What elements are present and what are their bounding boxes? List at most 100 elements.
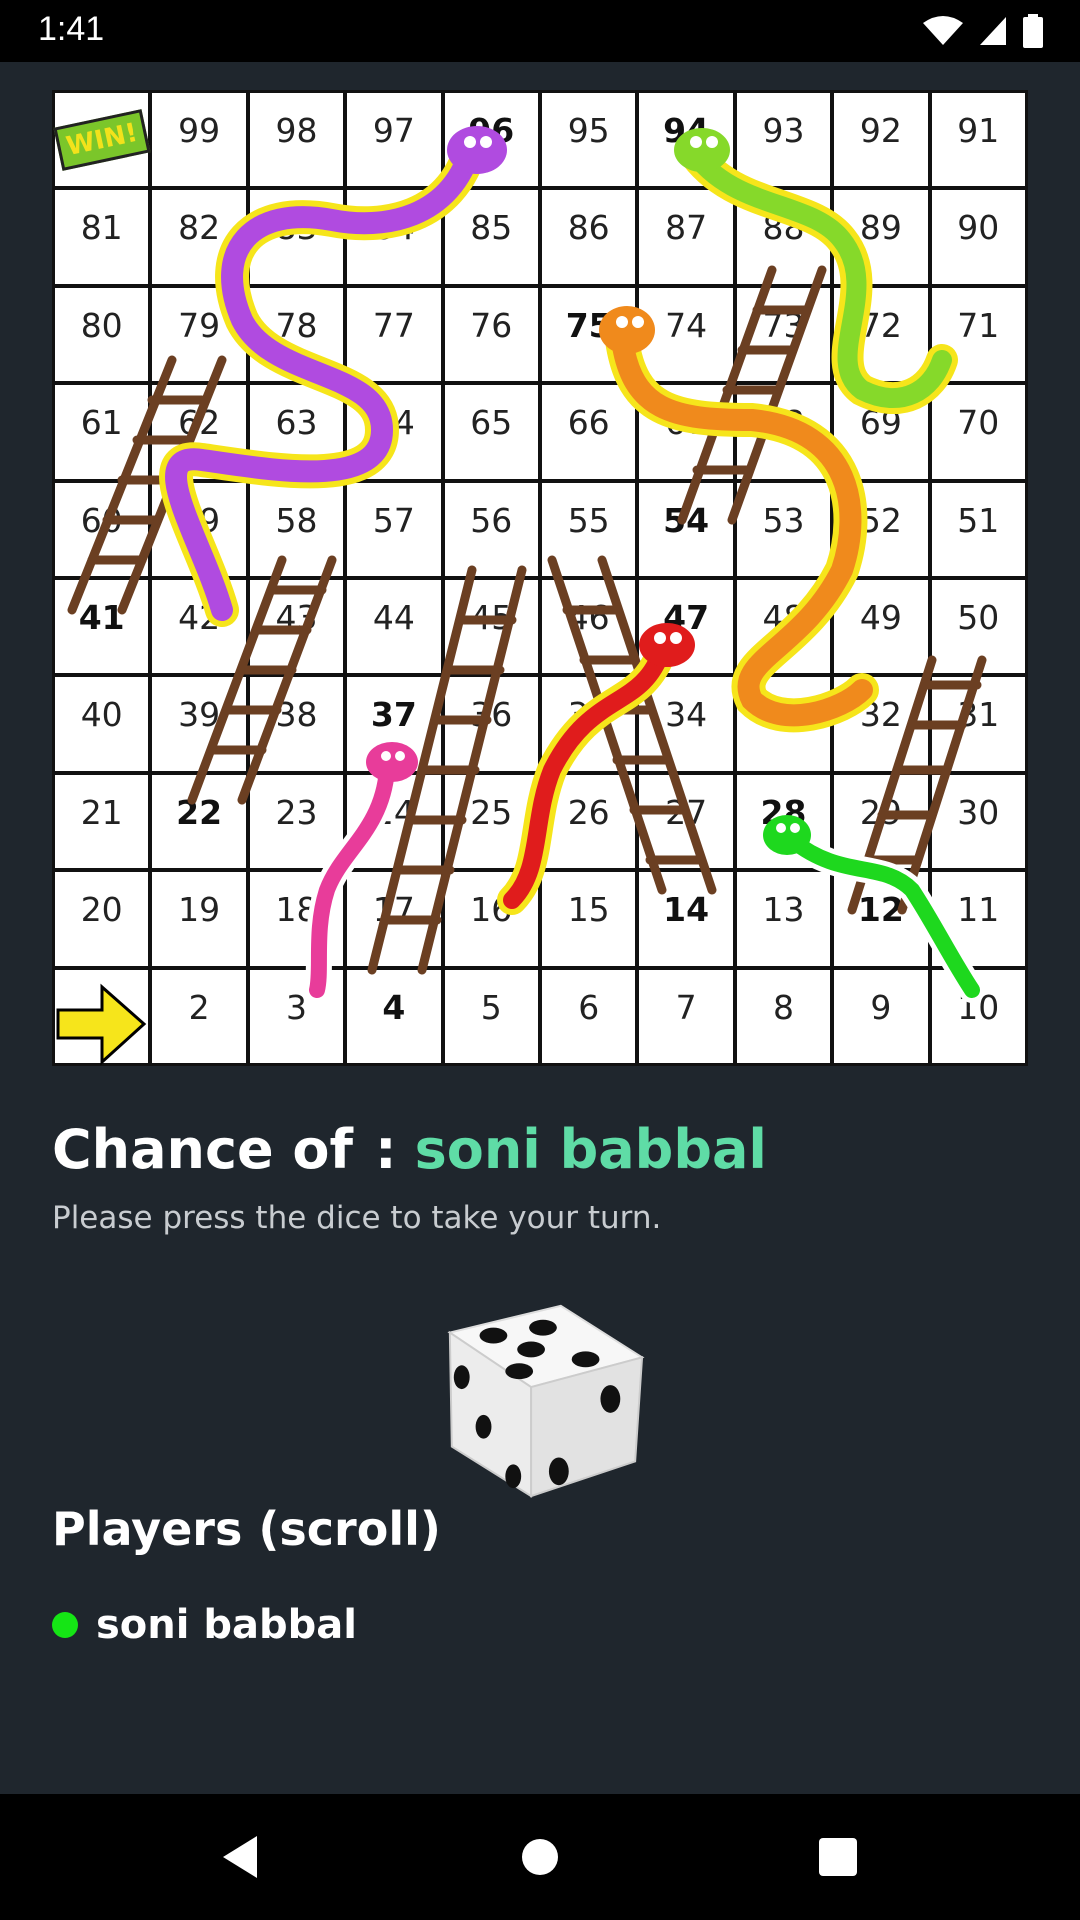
board-cell: 47	[639, 580, 733, 674]
board-cell: 96	[444, 93, 538, 187]
back-button[interactable]	[180, 1794, 300, 1920]
board-cell-win: WIN!	[53, 93, 151, 187]
board-cell: 68	[736, 385, 831, 479]
board-cell: 34	[639, 677, 733, 771]
board-cell: 9	[834, 969, 928, 1063]
board-cell: 75	[542, 287, 636, 382]
chance-label: Chance of	[52, 1118, 353, 1181]
board-cell: 31	[931, 677, 1025, 771]
board-cell: 17	[347, 872, 441, 966]
board-cell: 56	[444, 482, 538, 576]
board-cell: 7	[639, 969, 733, 1063]
board-cell: 38	[249, 677, 344, 771]
board-cell: 73	[736, 287, 831, 382]
board-cell: 55	[542, 482, 636, 576]
board-cell: 33	[736, 677, 831, 771]
board-cell: 54	[639, 482, 733, 576]
board-cell: 28	[736, 774, 831, 869]
board-cell: 74	[639, 287, 733, 382]
board-cell: 37	[347, 677, 441, 771]
board-cell: 72	[834, 287, 928, 382]
board-cell: 39	[152, 677, 246, 771]
board-cell: 30	[931, 774, 1025, 869]
chance-separator: :	[374, 1118, 397, 1181]
board-cell: 45	[444, 580, 538, 674]
board-cell: 23	[249, 774, 344, 869]
game-board: WIN! 99 98 97 96 95 94 93 92 91 81 82 83 84 85 86 87 88 89…	[52, 90, 1028, 1066]
board-cell: 49	[834, 580, 928, 674]
recents-button[interactable]	[778, 1794, 898, 1920]
battery-icon	[1023, 14, 1043, 48]
board-cell: 79	[152, 287, 246, 382]
board-cell: 86	[542, 190, 636, 284]
current-player-name: soni babbal	[414, 1118, 767, 1181]
board-cell: 63	[249, 385, 344, 479]
board-cell: 99	[152, 93, 246, 187]
board-cell: 36	[444, 677, 538, 771]
chance-heading: Chance of: soni babbal	[52, 1118, 767, 1181]
board-cell: 15	[542, 872, 636, 966]
board-cell: 84	[347, 190, 441, 284]
board-cell: 11	[931, 872, 1025, 966]
board-cell: 83	[249, 190, 344, 284]
board-cell: 57	[347, 482, 441, 576]
board-cell: 44	[347, 580, 441, 674]
win-badge: WIN!	[53, 108, 151, 171]
board-cell: 46	[542, 580, 636, 674]
cell-signal-icon	[980, 17, 1006, 45]
dice-five-icon[interactable]	[432, 1288, 650, 1506]
board-cell: 41	[55, 580, 149, 674]
board-cell: 24	[347, 774, 441, 869]
board-cell: 92	[834, 93, 928, 187]
board-cell: 25	[444, 774, 538, 869]
board-cell: 10	[931, 969, 1025, 1063]
board-cell: 12	[834, 872, 928, 966]
board-cell: 60	[55, 482, 149, 576]
board-cell: 22	[152, 774, 246, 869]
board-cell: 81	[55, 190, 149, 284]
wifi-icon	[923, 16, 963, 45]
board-cell: 42	[152, 580, 246, 674]
board-cell: 88	[736, 190, 831, 284]
board-cell: 85	[444, 190, 538, 284]
board-cell: 64	[347, 385, 441, 479]
turn-hint: Please press the dice to take your turn.	[52, 1200, 662, 1236]
board-cell: 20	[55, 872, 149, 966]
home-button[interactable]	[480, 1794, 600, 1920]
board-cell: 93	[736, 93, 831, 187]
board-cell: 48	[736, 580, 831, 674]
board-cell: 13	[736, 872, 831, 966]
board-cell: 71	[931, 287, 1025, 382]
board-cell: 91	[931, 93, 1025, 187]
board-cell: 19	[152, 872, 246, 966]
board-cell: 58	[249, 482, 344, 576]
board-cell: 40	[55, 677, 149, 771]
board-cell: 6	[542, 969, 636, 1063]
player-color-dot	[52, 1612, 78, 1638]
board-cell: 87	[639, 190, 733, 284]
status-bar: 1:41	[0, 0, 1080, 62]
board-cell: 26	[542, 774, 636, 869]
back-icon	[223, 1836, 257, 1878]
board-cell: 77	[347, 287, 441, 382]
board-cell: 8	[736, 969, 831, 1063]
board-cell: 94	[639, 93, 733, 187]
board-cell: 50	[931, 580, 1025, 674]
board-cell: 32	[834, 677, 928, 771]
status-time: 1:41	[38, 10, 105, 48]
board-cell: 29	[834, 774, 928, 869]
board-cell: 90	[931, 190, 1025, 284]
board-cell: 53	[736, 482, 831, 576]
board-cell: 67	[639, 385, 733, 479]
board-cell: 69	[834, 385, 928, 479]
home-icon	[522, 1839, 558, 1875]
board-cell: 4	[347, 969, 441, 1063]
board-cell: 76	[444, 287, 538, 382]
board-cell: 2	[152, 969, 246, 1063]
board-cell: 35	[542, 677, 636, 771]
player-list-item: soni babbal	[52, 1602, 357, 1648]
board-grid: WIN! 99 98 97 96 95 94 93 92 91 81 82 83 84 85 86 87 88 89…	[52, 90, 1028, 1066]
board-cell: 61	[55, 385, 149, 479]
board-cell: 89	[834, 190, 928, 284]
board-cell: 97	[347, 93, 441, 187]
